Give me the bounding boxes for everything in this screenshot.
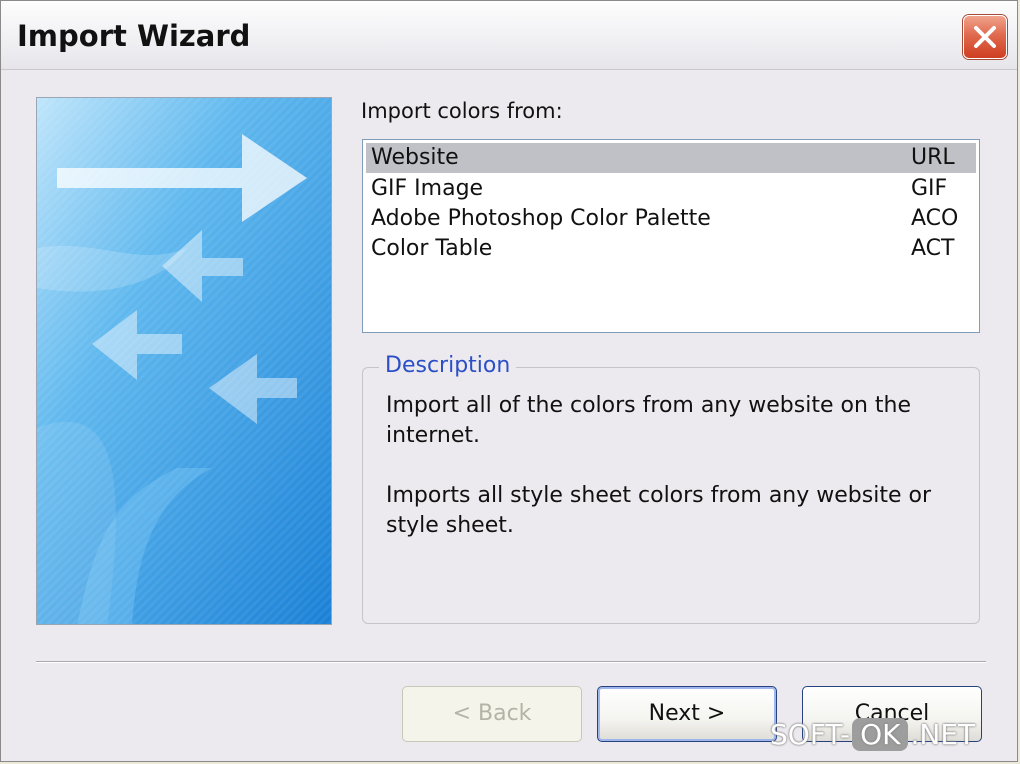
list-item[interactable]: Website URL (366, 143, 976, 173)
list-item[interactable]: Adobe Photoshop Color Palette ACO (366, 204, 976, 234)
title-bar[interactable]: Import Wizard (1, 1, 1017, 70)
description-text-line: Import all of the colors from any websit… (386, 393, 911, 418)
description-text-line: Imports all style sheet colors from any … (386, 483, 931, 508)
description-legend: Description (379, 353, 517, 378)
import-source-list[interactable]: Website URL GIF Image GIF Adobe Photosho… (362, 139, 980, 333)
list-item[interactable]: Color Table ACT (366, 234, 976, 264)
window-title: Import Wizard (17, 19, 251, 53)
back-button[interactable]: < Back (402, 686, 582, 742)
list-item-ext: ACT (911, 236, 955, 261)
list-item-name: Color Table (371, 236, 493, 261)
list-item-ext: GIF (911, 176, 948, 201)
close-icon (974, 26, 996, 48)
wizard-side-image (36, 97, 332, 625)
watermark: SOFT- OK .NET (770, 718, 975, 758)
watermark-badge: OK (852, 718, 909, 751)
import-source-label: Import colors from: (361, 99, 563, 123)
list-item-ext: URL (911, 145, 955, 170)
watermark-part: .NET (910, 718, 976, 751)
list-item-name: GIF Image (371, 176, 484, 201)
watermark-part: SOFT- (770, 718, 851, 751)
list-item-name: Website (371, 145, 459, 170)
list-item-name: Adobe Photoshop Color Palette (371, 206, 711, 231)
list-item-ext: ACO (911, 206, 959, 231)
import-wizard-window: Import Wizard Import colors from: Websit… (0, 0, 1018, 762)
list-item[interactable]: GIF Image GIF (366, 174, 976, 204)
button-divider (36, 661, 986, 663)
description-text-line: style sheet. (386, 513, 514, 538)
next-button[interactable]: Next > (597, 686, 777, 742)
close-button[interactable] (963, 15, 1007, 59)
description-text-line: internet. (386, 423, 480, 448)
